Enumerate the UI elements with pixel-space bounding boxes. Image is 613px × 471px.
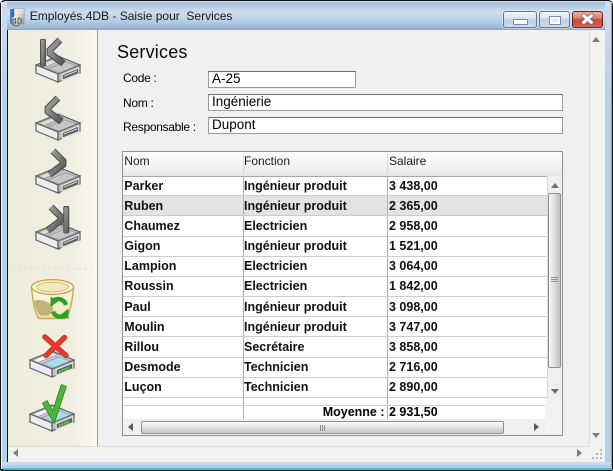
svg-text:4D: 4D bbox=[12, 17, 22, 26]
